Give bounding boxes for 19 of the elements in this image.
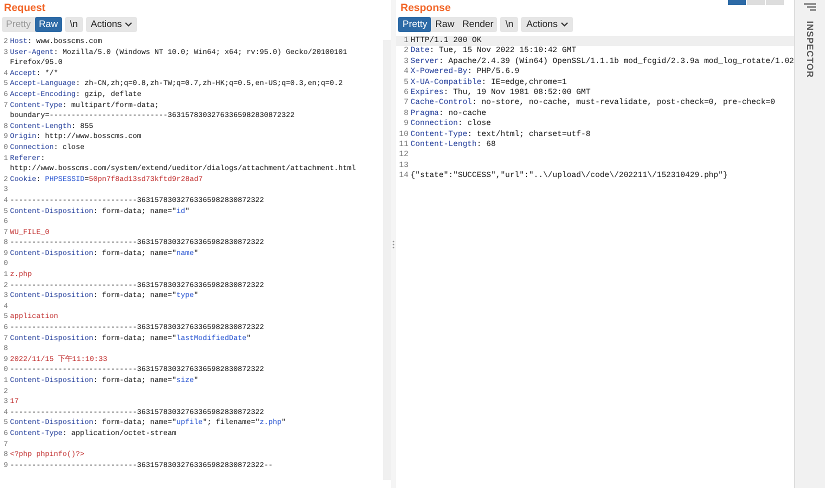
layout-toggle[interactable] bbox=[728, 0, 746, 5]
view-tab[interactable]: Pretty bbox=[398, 17, 432, 32]
chevron-down-icon bbox=[560, 22, 568, 27]
view-tab[interactable]: Raw bbox=[431, 17, 458, 32]
panel-title: Response bbox=[400, 2, 451, 14]
chevron-down-icon bbox=[124, 22, 132, 27]
scrollbar[interactable] bbox=[383, 40, 392, 480]
layout-toggle[interactable] bbox=[747, 0, 766, 5]
newline-button[interactable]: \n bbox=[500, 17, 518, 32]
view-tab[interactable]: Render bbox=[458, 17, 498, 32]
newline-button[interactable]: \n bbox=[64, 17, 83, 32]
layout-toggle[interactable] bbox=[766, 0, 784, 5]
menu-icon[interactable] bbox=[804, 3, 816, 11]
panel-title: Request bbox=[4, 2, 46, 14]
inspector-tab[interactable]: INSPECTOR bbox=[805, 21, 816, 78]
drag-handle-icon[interactable] bbox=[392, 240, 396, 248]
actions-button[interactable]: Actions bbox=[521, 17, 573, 32]
actions-button[interactable]: Actions bbox=[86, 17, 137, 32]
view-tab[interactable]: Raw bbox=[34, 17, 62, 32]
